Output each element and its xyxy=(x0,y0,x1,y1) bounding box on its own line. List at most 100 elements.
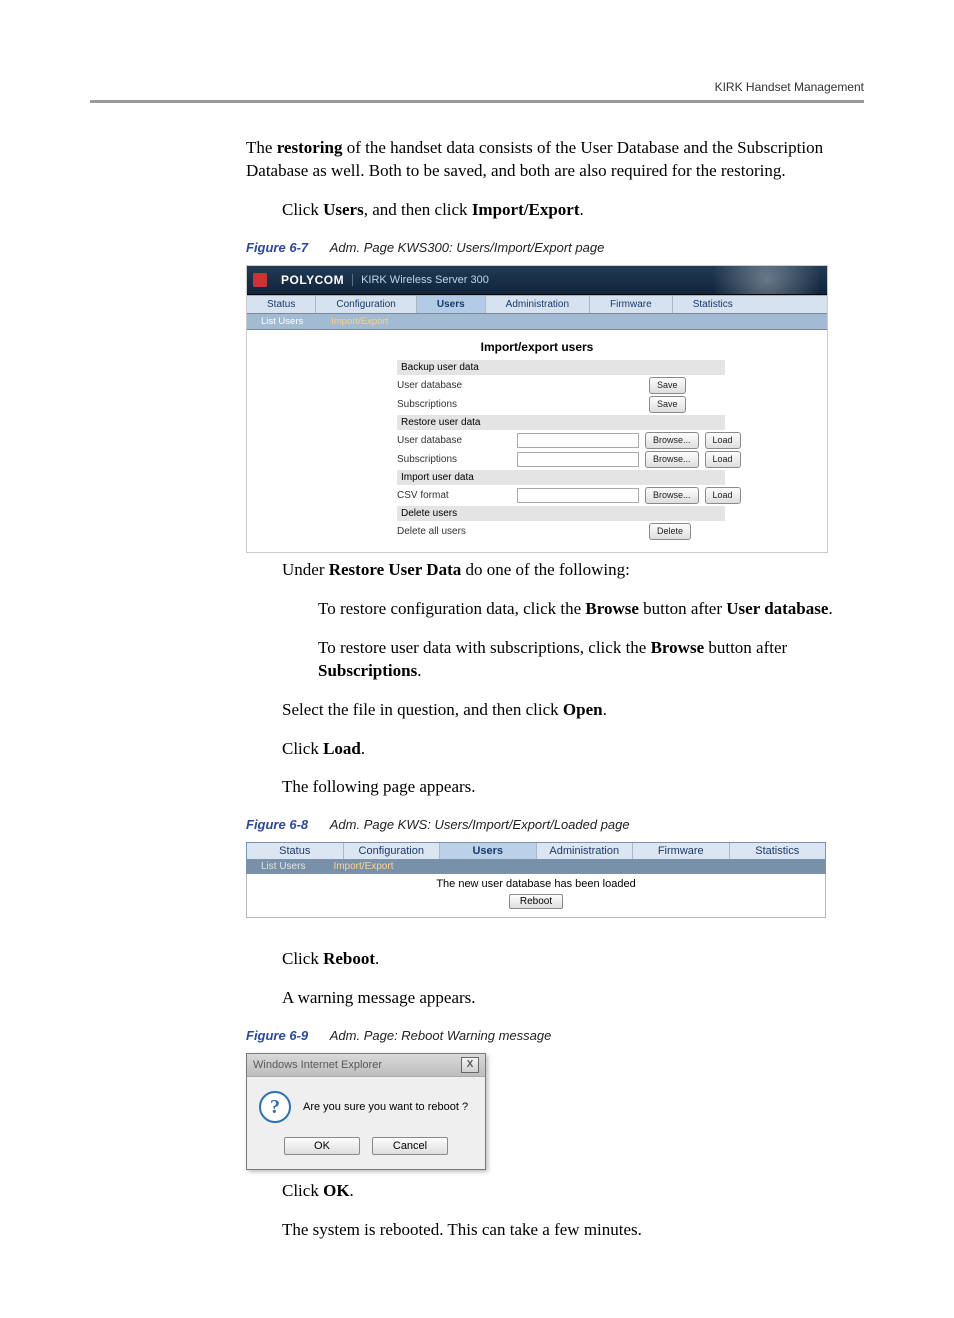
section-import: Import user data xyxy=(397,470,725,485)
para-click-load: Click Load. xyxy=(282,738,864,761)
polycom-logo-icon xyxy=(253,273,267,287)
para-warning-appears: A warning message appears. xyxy=(282,987,864,1010)
csv-input[interactable] xyxy=(517,488,639,503)
tab-users[interactable]: Users xyxy=(417,296,486,313)
tab-administration[interactable]: Administration xyxy=(486,296,590,313)
text: , and then click xyxy=(364,200,472,219)
cancel-button[interactable]: Cancel xyxy=(372,1137,448,1155)
subtab-list-users[interactable]: List Users xyxy=(247,860,319,873)
browse-button[interactable]: Browse... xyxy=(645,432,699,449)
para-rebooted: The system is rebooted. This can take a … xyxy=(282,1219,864,1242)
text: Click xyxy=(282,739,323,758)
ok-button[interactable]: OK xyxy=(284,1137,360,1155)
header-rule xyxy=(90,100,864,103)
para-restore-config: To restore configuration data, click the… xyxy=(318,598,864,621)
figure-6-9: Windows Internet Explorer X ? Are you su… xyxy=(246,1053,486,1170)
sub-tabs: List Users Import/Export xyxy=(246,860,826,874)
text: To restore user data with subscriptions,… xyxy=(318,638,651,657)
close-icon[interactable]: X xyxy=(461,1057,479,1073)
load-button[interactable]: Load xyxy=(705,451,741,468)
tab-firmware[interactable]: Firmware xyxy=(633,843,730,859)
para-click-reboot: Click Reboot. xyxy=(282,948,864,971)
para-click-users: Click Users, and then click Import/Expor… xyxy=(282,199,864,222)
running-header: KIRK Handset Management xyxy=(90,80,864,94)
tab-configuration[interactable]: Configuration xyxy=(316,296,416,313)
figure-label: Figure 6-8 xyxy=(246,817,308,832)
text-bold: Browse xyxy=(651,638,705,657)
text: Click xyxy=(282,949,323,968)
figure-6-8: Status Configuration Users Administratio… xyxy=(246,842,826,918)
figure-label: Figure 6-9 xyxy=(246,1028,308,1043)
label-subscriptions: Subscriptions xyxy=(397,454,517,465)
label-subscriptions: Subscriptions xyxy=(397,399,517,410)
save-button[interactable]: Save xyxy=(649,377,686,394)
tab-statistics[interactable]: Statistics xyxy=(730,843,826,859)
label-csv: CSV format xyxy=(397,490,517,501)
text: . xyxy=(828,599,832,618)
figure-title: Adm. Page KWS: Users/Import/Export/Loade… xyxy=(330,817,630,832)
user-database-input[interactable] xyxy=(517,433,639,448)
text-bold: Import/Export xyxy=(472,200,580,219)
app-banner: POLYCOM KIRK Wireless Server 300 xyxy=(247,266,827,295)
product-text: KIRK Wireless Server 300 xyxy=(352,274,489,286)
delete-button[interactable]: Delete xyxy=(649,523,691,540)
subtab-list-users[interactable]: List Users xyxy=(247,314,317,329)
save-button[interactable]: Save xyxy=(649,396,686,413)
para-restoring: The restoring of the handset data consis… xyxy=(246,137,864,183)
figure-6-7: POLYCOM KIRK Wireless Server 300 Status … xyxy=(246,265,828,553)
text-bold: restoring xyxy=(277,138,343,157)
tab-status[interactable]: Status xyxy=(247,843,344,859)
text: . xyxy=(350,1181,354,1200)
page-title: Import/export users xyxy=(257,340,817,354)
para-restore-heading: Under Restore User Data do one of the fo… xyxy=(282,559,864,582)
para-restore-subs: To restore user data with subscriptions,… xyxy=(318,637,864,683)
import-export-body: Import/export users Backup user data Use… xyxy=(247,330,827,552)
text: . xyxy=(603,700,607,719)
subtab-import-export[interactable]: Import/Export xyxy=(317,314,402,329)
text-bold: Reboot xyxy=(323,949,375,968)
tab-administration[interactable]: Administration xyxy=(537,843,634,859)
dialog-buttons: OK Cancel xyxy=(247,1137,485,1169)
text-bold: Restore User Data xyxy=(329,560,462,579)
text-bold: Browse xyxy=(585,599,639,618)
reboot-button[interactable]: Reboot xyxy=(509,894,563,909)
text: Click xyxy=(282,1181,323,1200)
dialog-titlebar: Windows Internet Explorer X xyxy=(247,1054,485,1077)
dialog-message: Are you sure you want to reboot ? xyxy=(303,1101,468,1113)
tab-users[interactable]: Users xyxy=(440,843,537,859)
load-button[interactable]: Load xyxy=(705,487,741,504)
subscriptions-input[interactable] xyxy=(517,452,639,467)
para-following-page: The following page appears. xyxy=(282,776,864,799)
tab-statistics[interactable]: Statistics xyxy=(673,296,753,313)
figure-6-9-caption: Figure 6-9 Adm. Page: Reboot Warning mes… xyxy=(246,1028,864,1043)
para-select-file: Select the file in question, and then cl… xyxy=(282,699,864,722)
tab-configuration[interactable]: Configuration xyxy=(344,843,441,859)
subtab-import-export[interactable]: Import/Export xyxy=(319,860,407,873)
loaded-message: The new user database has been loaded xyxy=(247,878,825,890)
text-bold: User database xyxy=(726,599,828,618)
label-delete-all: Delete all users xyxy=(397,526,517,537)
text-bold: OK xyxy=(323,1181,349,1200)
browse-button[interactable]: Browse... xyxy=(645,487,699,504)
section-backup: Backup user data xyxy=(397,360,725,375)
figure-title: Adm. Page: Reboot Warning message xyxy=(330,1028,552,1043)
tab-status[interactable]: Status xyxy=(247,296,316,313)
text-bold: Subscriptions xyxy=(318,661,417,680)
text: To restore configuration data, click the xyxy=(318,599,585,618)
text: Under xyxy=(282,560,329,579)
text: The xyxy=(246,138,277,157)
section-delete: Delete users xyxy=(397,506,725,521)
label-user-database: User database xyxy=(397,435,517,446)
load-button[interactable]: Load xyxy=(705,432,741,449)
browse-button[interactable]: Browse... xyxy=(645,451,699,468)
text: Click xyxy=(282,200,323,219)
dialog-body: ? Are you sure you want to reboot ? xyxy=(247,1077,485,1137)
sub-tabs: List Users Import/Export xyxy=(247,314,827,330)
text: Select the file in question, and then cl… xyxy=(282,700,563,719)
text: . xyxy=(579,200,583,219)
text-bold: Open xyxy=(563,700,603,719)
text: do one of the following: xyxy=(461,560,630,579)
para-click-ok: Click OK. xyxy=(282,1180,864,1203)
tab-firmware[interactable]: Firmware xyxy=(590,296,673,313)
brand-text: POLYCOM xyxy=(281,273,344,287)
